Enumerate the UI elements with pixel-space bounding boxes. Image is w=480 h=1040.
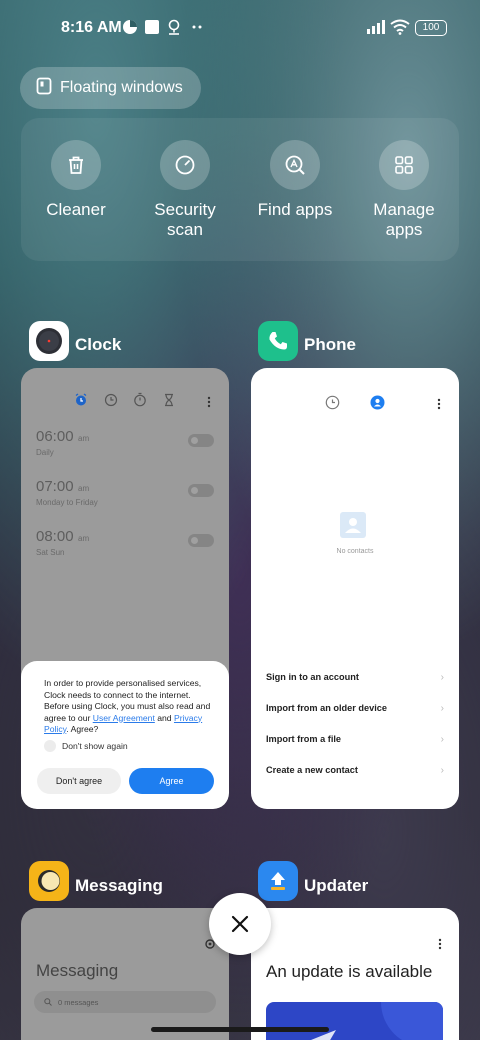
alarm-ampm: am [78, 434, 90, 443]
close-icon [231, 915, 249, 933]
updater-app-name: Updater [304, 876, 369, 895]
empty-contacts-icon [339, 511, 367, 544]
alarm-ampm: am [78, 484, 90, 493]
alarm-ampm: am [78, 534, 90, 543]
data-saver-icon [122, 19, 138, 35]
import-file-option[interactable]: Import from a file › [266, 734, 444, 750]
location-pin-icon [166, 19, 182, 35]
dialog-text: and [154, 712, 174, 723]
search-placeholder: 0 messages [58, 997, 99, 1007]
alarm-row[interactable]: 06:00 am Daily [36, 428, 214, 468]
alarm-row[interactable]: 07:00 am Monday to Friday [36, 478, 214, 518]
grid-icon [379, 140, 429, 190]
more-options-icon[interactable] [437, 397, 441, 415]
dont-show-again-checkbox[interactable] [44, 740, 56, 752]
find-apps-icon [270, 140, 320, 190]
dialog-message: In order to provide personalised service… [44, 678, 214, 736]
battery-icon: 100 [415, 20, 447, 36]
dont-agree-button[interactable]: Don't agree [37, 768, 121, 794]
dont-show-again-label: Don't show again [62, 741, 128, 751]
option-label: Create a new contact [266, 765, 358, 775]
update-banner-image [266, 1002, 443, 1040]
trash-icon [51, 140, 101, 190]
floating-window-icon [36, 77, 52, 100]
status-bar: 8:16 AM 100 [0, 0, 480, 56]
clock-app-card[interactable]: 06:00 am Daily 07:00 am Monday to Friday… [21, 368, 229, 809]
world-clock-tab-icon [104, 393, 118, 412]
empty-contacts-text: No contacts [336, 548, 374, 555]
tool-label: Cleaner [46, 200, 106, 219]
search-icon [44, 998, 52, 1006]
alarm-toggle[interactable] [188, 434, 214, 447]
option-label: Import from an older device [266, 703, 387, 713]
alarm-row[interactable]: 08:00 am Sat Sun [36, 528, 214, 568]
signal-icon [366, 19, 386, 35]
updater-app-card[interactable]: An update is available [251, 908, 459, 1040]
clock-app-icon[interactable] [29, 321, 69, 361]
alarm-toggle[interactable] [188, 534, 214, 547]
chevron-right-icon: › [440, 734, 444, 745]
phone-app-card[interactable]: No contacts Sign in to an account › Impor… [251, 368, 459, 809]
agree-button[interactable]: Agree [129, 768, 214, 794]
clock-app-name: Clock [75, 335, 122, 354]
alarm-repeat: Sat Sun [36, 548, 65, 557]
option-label: Sign in to an account [266, 672, 359, 682]
update-available-title: An update is available [266, 962, 433, 981]
floating-windows-button[interactable]: Floating windows [20, 67, 201, 109]
dialog-text: . Agree? [66, 724, 99, 734]
wifi-icon [390, 19, 410, 35]
tool-label: Security scan [154, 200, 216, 239]
messaging-app-icon[interactable] [29, 861, 69, 901]
updater-app-icon[interactable] [258, 861, 298, 901]
app-notification-icon [144, 19, 160, 35]
alarm-time: 08:00 [36, 528, 74, 545]
tool-label: Manage apps [373, 200, 435, 239]
chevron-right-icon: › [440, 703, 444, 714]
privacy-dialog: In order to provide personalised service… [21, 661, 229, 809]
alarm-repeat: Monday to Friday [36, 498, 98, 507]
create-contact-option[interactable]: Create a new contact › [266, 765, 444, 781]
cleaner-button[interactable]: Cleaner [26, 140, 126, 220]
stopwatch-tab-icon [133, 392, 147, 412]
alarm-tab-icon [74, 393, 88, 412]
more-notifications-icon [190, 19, 206, 35]
messaging-title: Messaging [36, 961, 119, 980]
close-all-button[interactable] [209, 893, 271, 955]
messaging-app-card[interactable]: Messaging 0 messages [21, 908, 229, 1040]
recents-tab-icon [325, 395, 340, 415]
chevron-right-icon: › [440, 672, 444, 683]
alarm-repeat: Daily [36, 448, 54, 457]
messaging-app-name: Messaging [75, 876, 163, 895]
chevron-right-icon: › [440, 765, 444, 776]
alarm-time: 06:00 [36, 428, 74, 445]
contacts-tab-icon [370, 395, 385, 415]
sign-in-option[interactable]: Sign in to an account › [266, 672, 444, 688]
phone-app-icon[interactable] [258, 321, 298, 361]
option-label: Import from a file [266, 734, 342, 744]
user-agreement-link[interactable]: User Agreement [93, 713, 155, 723]
security-scan-button[interactable]: Security scan [135, 140, 235, 240]
timer-tab-icon [163, 393, 175, 412]
manage-apps-button[interactable]: Manage apps [354, 140, 454, 240]
import-older-device-option[interactable]: Import from an older device › [266, 703, 444, 719]
status-time: 8:16 AM [61, 19, 122, 36]
more-options-icon[interactable] [438, 937, 442, 955]
alarm-time: 07:00 [36, 478, 74, 495]
phone-app-name: Phone [304, 335, 356, 354]
floating-windows-label: Floating windows [60, 79, 183, 96]
tool-label: Find apps [257, 200, 333, 219]
more-options-icon[interactable] [207, 395, 211, 413]
home-indicator[interactable] [151, 1027, 329, 1032]
find-apps-button[interactable]: Find apps [245, 140, 345, 220]
messages-search-input[interactable]: 0 messages [34, 991, 216, 1013]
alarm-toggle[interactable] [188, 484, 214, 497]
security-scan-icon [160, 140, 210, 190]
